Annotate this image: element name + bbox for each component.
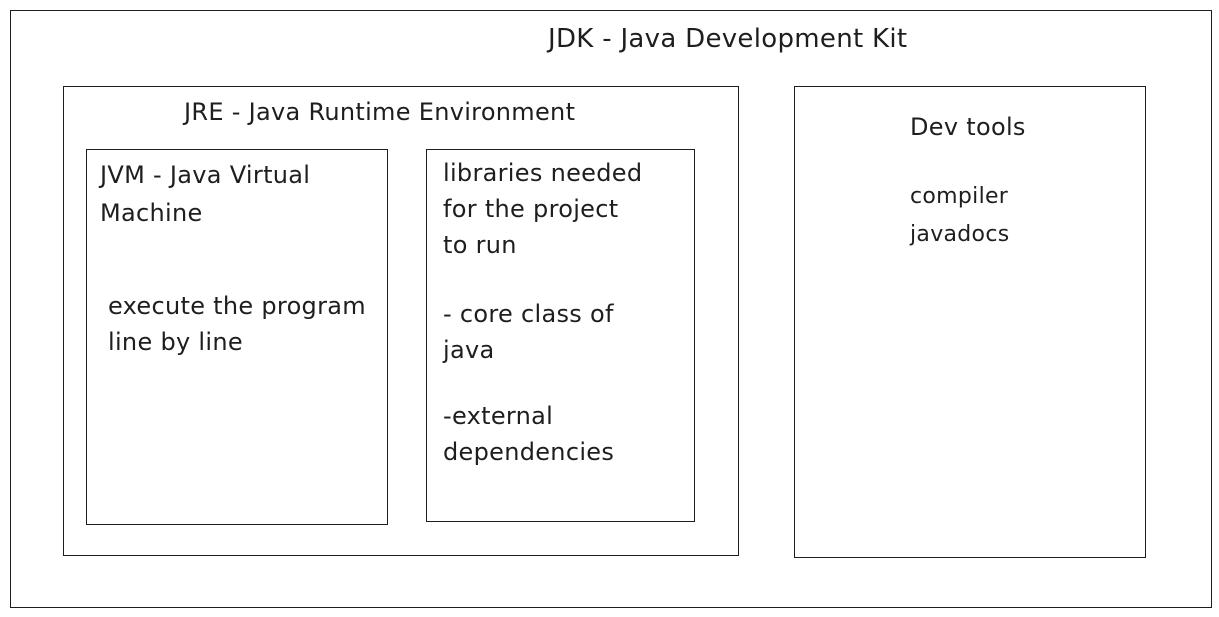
jdk-title: JDK - Java Development Kit	[548, 24, 908, 54]
libraries-description: libraries needed for the project to run	[443, 159, 643, 259]
jvm-description: execute the program line by line	[108, 292, 366, 356]
dev-tools-container	[794, 86, 1146, 558]
jvm-title: JVM - Java Virtual Machine	[100, 161, 311, 227]
dev-tools-list: compiler javadocs	[910, 184, 1010, 247]
dev-tools-title: Dev tools	[910, 113, 1026, 141]
jre-title: JRE - Java Runtime Environment	[184, 98, 576, 126]
libraries-external-item: -external dependencies	[443, 402, 615, 466]
libraries-core-item: - core class of java	[443, 300, 614, 364]
